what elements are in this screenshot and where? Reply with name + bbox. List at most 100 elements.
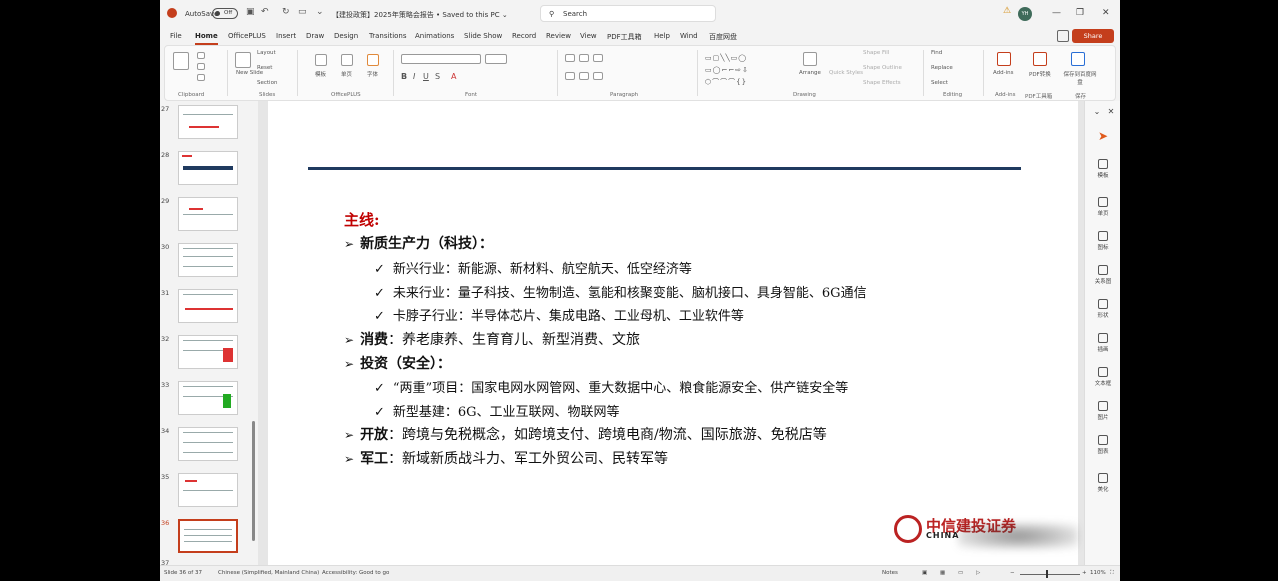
warning-icon[interactable]: ⚠ [1003, 6, 1011, 16]
slide[interactable]: 主线: ➢ 新质生产力（科技）： ✓ 新兴行业：新能源、新材料、航空航天、低空经济等… [268, 101, 1078, 565]
document-title[interactable]: 【建投政策】2025年策略会报告 • Saved to this PC ⌄ [332, 10, 508, 20]
redo-icon[interactable]: ↻ [282, 7, 290, 17]
template-icon[interactable] [315, 54, 327, 66]
tab-home[interactable]: Home [195, 32, 218, 45]
addins-icon[interactable] [997, 52, 1011, 66]
pane-image[interactable]: 图片 [1085, 401, 1120, 421]
layout-button[interactable]: Layout [257, 50, 276, 56]
pane-single-page[interactable]: 单页 [1085, 197, 1120, 217]
zoom-slider[interactable] [1020, 574, 1080, 575]
tab-slide-show[interactable]: Slide Show [464, 32, 502, 40]
thumbnails-scrollbar[interactable] [252, 421, 255, 541]
arrange-icon[interactable] [803, 52, 817, 66]
new-slide-icon[interactable] [235, 52, 251, 68]
share-button[interactable]: Share [1072, 29, 1114, 43]
underline-icon[interactable]: U [423, 72, 429, 81]
font-size-select[interactable] [485, 54, 507, 64]
italic-icon[interactable]: I [413, 72, 415, 81]
pane-shapes[interactable]: 形状 [1085, 299, 1120, 319]
pane-beautify[interactable]: 美化 [1085, 473, 1120, 493]
font-tool-label[interactable]: 字体 [367, 70, 378, 78]
addins-label[interactable]: Add-ins [993, 70, 1014, 76]
reset-button[interactable]: Reset [257, 65, 272, 71]
tab-view[interactable]: View [580, 32, 597, 40]
undo-icon[interactable]: ↶ [261, 7, 269, 17]
pane-illustration[interactable]: 插画 [1085, 333, 1120, 353]
save-icon[interactable]: ▣ [246, 7, 255, 17]
zoom-in-icon[interactable]: + [1082, 570, 1087, 576]
pdf-convert-label[interactable]: PDF转换 [1029, 70, 1051, 78]
replace-button[interactable]: Replace [931, 65, 953, 71]
normal-view-icon[interactable]: ▣ [922, 570, 927, 576]
copy-icon[interactable] [197, 63, 205, 70]
zoom-slider-thumb[interactable] [1046, 570, 1048, 578]
close-icon[interactable]: ✕ [1102, 8, 1110, 18]
align-center-icon[interactable] [579, 72, 589, 80]
slide-thumbnail-active[interactable] [178, 519, 238, 553]
tab-baidu-netdisk[interactable]: 百度网盘 [709, 32, 737, 42]
slide-thumbnail[interactable] [178, 335, 238, 369]
tab-help[interactable]: Help [654, 32, 670, 40]
bold-icon[interactable]: B [401, 72, 407, 81]
minimize-icon[interactable]: — [1052, 8, 1061, 18]
strikethrough-icon[interactable]: S [435, 72, 440, 81]
find-button[interactable]: Find [931, 50, 942, 56]
slide-thumbnail[interactable] [178, 427, 238, 461]
align-left-icon[interactable] [565, 72, 575, 80]
tab-design[interactable]: Design [334, 32, 358, 40]
tab-insert[interactable]: Insert [276, 32, 296, 40]
autosave-toggle[interactable]: Off [212, 8, 238, 19]
pane-template[interactable]: 模板 [1085, 159, 1120, 179]
quick-styles-label[interactable]: Quick Styles [829, 70, 863, 76]
tab-transitions[interactable]: Transitions [369, 32, 407, 40]
tab-record[interactable]: Record [512, 32, 536, 40]
numbering-icon[interactable] [579, 54, 589, 62]
slide-thumbnail[interactable] [178, 105, 238, 139]
tab-animations[interactable]: Animations [415, 32, 454, 40]
align-right-icon[interactable] [593, 72, 603, 80]
pdf-convert-icon[interactable] [1033, 52, 1047, 66]
tab-file[interactable]: File [170, 32, 182, 40]
font-tool-icon[interactable] [367, 54, 379, 66]
bullets-icon[interactable] [565, 54, 575, 62]
zoom-level[interactable]: 110% [1090, 570, 1106, 576]
accessibility-status[interactable]: Accessibility: Good to go [322, 570, 389, 576]
font-color-icon[interactable]: A [451, 72, 456, 81]
language-status[interactable]: Chinese (Simplified, Mainland China) [218, 570, 319, 576]
select-button[interactable]: Select [931, 80, 948, 86]
pane-close-icon[interactable]: ✕ [1093, 107, 1120, 116]
tab-wind[interactable]: Wind [680, 32, 698, 40]
tab-officeplus[interactable]: OfficePLUS [228, 32, 266, 40]
pane-icons[interactable]: 图标 [1085, 231, 1120, 251]
template-label[interactable]: 模板 [315, 70, 326, 78]
comments-icon[interactable] [1057, 30, 1069, 42]
single-page-icon[interactable] [341, 54, 353, 66]
reading-view-icon[interactable]: ▭ [958, 570, 963, 576]
paste-icon[interactable] [173, 52, 189, 70]
tab-review[interactable]: Review [546, 32, 571, 40]
slide-thumbnail[interactable] [178, 243, 238, 277]
avatar[interactable]: YH [1018, 7, 1032, 21]
pane-chart[interactable]: 图表 [1085, 435, 1120, 455]
shape-effects-button[interactable]: Shape Effects [863, 80, 901, 86]
slide-thumbnail[interactable] [178, 151, 238, 185]
arrange-label[interactable]: Arrange [799, 70, 821, 76]
slide-sorter-icon[interactable]: ▦ [940, 570, 945, 576]
pane-relation[interactable]: 关系图 [1085, 265, 1120, 285]
tab-draw[interactable]: Draw [306, 32, 324, 40]
baidu-save-label[interactable]: 保存到百度网盘 [1063, 70, 1097, 86]
slide-thumbnail[interactable] [178, 473, 238, 507]
pane-textbox[interactable]: 文本框 [1085, 367, 1120, 387]
tab-pdf-tools[interactable]: PDF工具箱 [607, 32, 642, 42]
fit-slide-icon[interactable]: ⛶ [1110, 570, 1114, 577]
slideshow-view-icon[interactable]: ▷ [976, 570, 980, 576]
notes-button[interactable]: Notes [882, 570, 898, 576]
zoom-out-icon[interactable]: − [1010, 570, 1015, 576]
restore-icon[interactable]: ❐ [1076, 8, 1084, 18]
slide-thumbnail[interactable] [178, 197, 238, 231]
shape-outline-button[interactable]: Shape Outline [863, 65, 902, 71]
cut-icon[interactable] [197, 52, 205, 59]
shapes-gallery[interactable]: ▭▢╲╲▭◯ ▭◯⌐⌐⇨⇩ ⬡⌒⌒⌒{} [705, 52, 781, 88]
format-painter-icon[interactable] [197, 74, 205, 81]
baidu-save-icon[interactable] [1071, 52, 1085, 66]
